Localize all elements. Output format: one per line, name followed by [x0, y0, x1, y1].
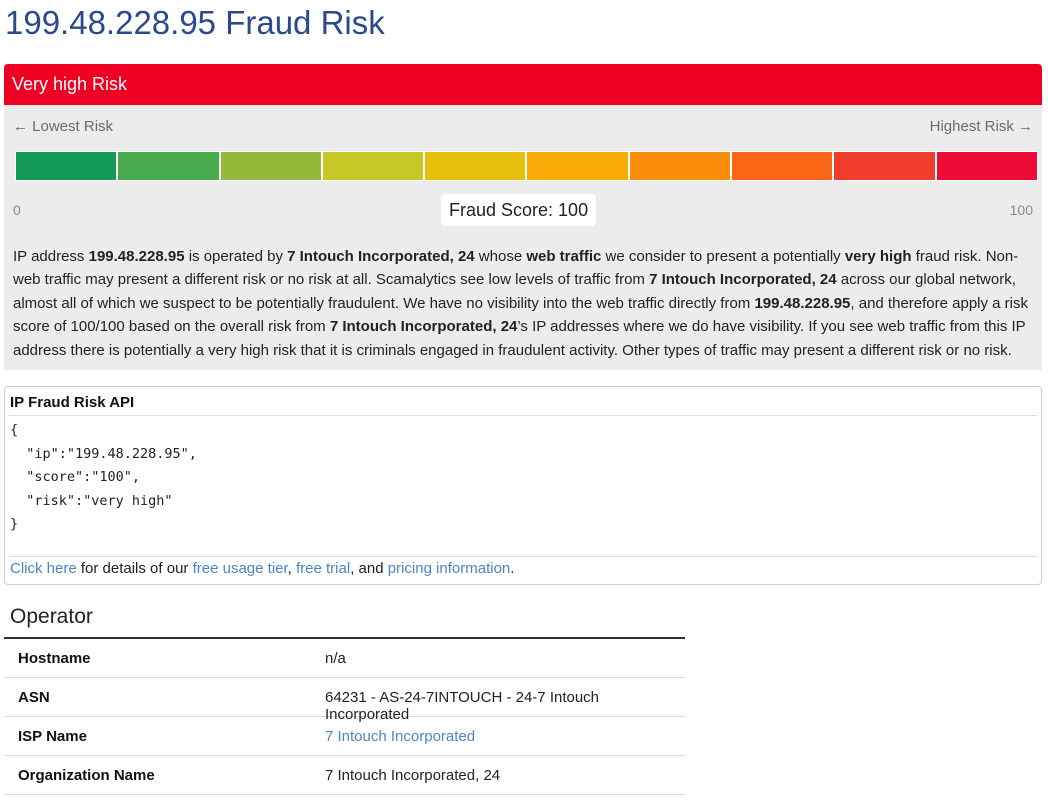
description-ip: 199.48.228.95 — [88, 248, 185, 265]
description-ip: 199.48.228.95 — [754, 294, 851, 312]
table-row: ASN 64231 - AS-24-7INTOUCH - 24-7 Intouc… — [4, 678, 685, 723]
api-panel-title: IP Fraud Risk API — [10, 394, 135, 411]
risk-scale-segment — [936, 152, 1037, 180]
risk-scale-segment — [732, 152, 835, 180]
description-web-traffic: web traffic — [526, 248, 602, 265]
highest-risk-label: Highest Risk → — [929, 118, 1033, 135]
api-footer: Click here for details of our free usage… — [10, 560, 514, 577]
risk-scale-segment — [118, 152, 221, 180]
risk-description: IP address 199.48.228.95 is operated by … — [4, 236, 1042, 370]
risk-scale-segment — [834, 152, 937, 180]
lowest-risk-label: ← Lowest Risk — [13, 118, 114, 135]
api-footer-text: , — [287, 560, 296, 577]
scale-min-label: 0 — [13, 202, 21, 218]
row-key: ISP Name — [18, 728, 87, 745]
isp-name-link[interactable]: 7 Intouch Incorporated — [325, 728, 475, 745]
api-footer-text: . — [510, 560, 515, 577]
api-panel: IP Fraud Risk API { "ip":"199.48.228.95"… — [4, 386, 1042, 585]
row-key: Hostname — [18, 650, 91, 667]
description-org: 7 Intouch Incorporated, 24 — [649, 271, 837, 289]
row-value: 7 Intouch Incorporated, 24 — [325, 767, 501, 784]
description-text: whose — [474, 248, 527, 265]
scale-max-label: 100 — [1009, 202, 1033, 218]
description-text: is operated by — [184, 248, 288, 265]
description-text: IP address — [13, 248, 89, 265]
divider — [9, 556, 1037, 557]
fraud-score-badge: Fraud Score: 100 — [441, 194, 597, 226]
description-org: 7 Intouch Incorporated, 24 — [287, 248, 475, 265]
page-title: 199.48.228.95 Fraud Risk — [5, 4, 385, 41]
table-row: ISP Name 7 Intouch Incorporated — [4, 717, 685, 756]
description-very-high: very high — [844, 248, 912, 265]
divider — [9, 415, 1037, 416]
risk-scale-segment — [425, 152, 528, 180]
row-key: Organization Name — [18, 767, 155, 784]
description-org: 7 Intouch Incorporated, 24 — [329, 318, 518, 336]
row-key: ASN — [18, 689, 50, 706]
risk-scale-bar — [15, 151, 1038, 181]
risk-scale-segment — [527, 152, 630, 180]
click-here-link[interactable]: Click here — [10, 560, 77, 577]
pricing-information-link[interactable]: pricing information — [388, 560, 511, 577]
risk-panel: Very high Risk ← Lowest Risk Highest Ris… — [4, 64, 1042, 236]
row-value: n/a — [325, 650, 346, 667]
api-footer-text: for details of our — [76, 560, 193, 577]
api-footer-text: , and — [350, 560, 388, 577]
free-usage-tier-link[interactable]: free usage tier — [193, 560, 288, 577]
risk-scale-segment — [16, 152, 119, 180]
risk-scale-labels: ← Lowest Risk Highest Risk → — [4, 105, 1042, 147]
risk-level-header: Very high Risk — [4, 64, 1042, 105]
risk-scale-segment — [629, 152, 733, 180]
risk-scale-segment — [322, 152, 426, 180]
table-row: Organization Name 7 Intouch Incorporated… — [4, 756, 685, 795]
operator-section-title: Operator — [10, 605, 93, 628]
api-json-sample: { "ip":"199.48.228.95", "score":"100", "… — [10, 422, 197, 532]
operator-table: Hostname n/a ASN 64231 - AS-24-7INTOUCH … — [4, 637, 685, 795]
table-row: Hostname n/a — [4, 639, 685, 678]
score-row: 0 Fraud Score: 100 100 — [4, 192, 1042, 228]
description-text: we consider to present a potentially — [601, 248, 845, 265]
free-trial-link[interactable]: free trial — [296, 560, 350, 577]
risk-scale-segment — [220, 152, 323, 180]
